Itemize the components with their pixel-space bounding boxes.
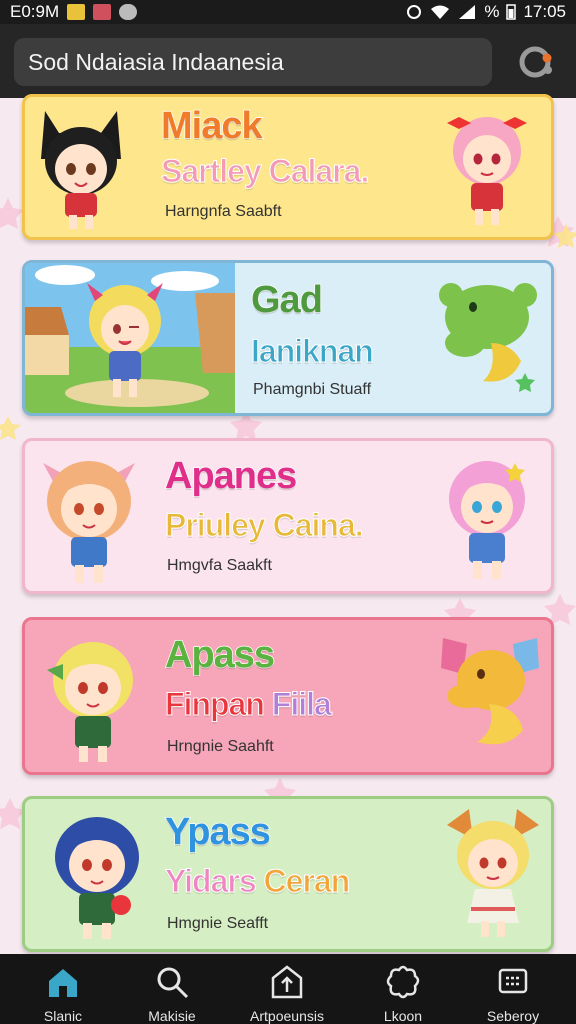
- card-subtitle-part: Finpan: [165, 686, 266, 723]
- character-illustration: [43, 461, 135, 583]
- sync-icon: [407, 5, 422, 19]
- character-illustration: [41, 111, 121, 229]
- upload-icon: [271, 965, 303, 999]
- app-header: Sod Ndaiasia Indaanesia: [0, 24, 576, 98]
- nav-item-upload[interactable]: Artpoeunsis: [232, 954, 342, 1024]
- card-subtitle: Yidars Ceran: [165, 863, 351, 900]
- message-icon: [93, 4, 112, 20]
- nav-item-settings[interactable]: Seberoy: [458, 954, 568, 1024]
- card-subtitle-part: Yidars: [165, 863, 258, 900]
- search-icon: [157, 967, 189, 999]
- card-subtitle: Sartley Calara.: [160, 153, 369, 190]
- bottom-navigation: Slanic Makisie Artpoeunsis Lkoon Seberoy: [0, 954, 576, 1024]
- card-subtitle-part: Ceran: [263, 863, 351, 900]
- card-caption: Hmgvfa Saakft: [167, 557, 272, 574]
- card-caption: Phamgnbi Stuaff: [253, 381, 372, 398]
- search-icon[interactable]: [514, 42, 558, 82]
- dragon-illustration: [439, 283, 537, 392]
- notification-icon: [67, 4, 86, 20]
- card-subtitle-part: Fiila: [271, 686, 332, 723]
- home-icon: [49, 969, 77, 997]
- character-illustration: [447, 117, 527, 225]
- nav-label: Seberoy: [486, 1008, 540, 1024]
- card-title: Ypass: [164, 810, 271, 854]
- dragon-illustration: [441, 638, 539, 745]
- card-title: Apass: [164, 633, 276, 677]
- nav-label: Slanic: [43, 1008, 83, 1024]
- card-subtitle: Finpan Fiila: [165, 686, 333, 723]
- nav-label: Artpoeunsis: [250, 1008, 324, 1024]
- character-card-ypass[interactable]: Ypass Yidars Ceran Hmgnie Seafft: [22, 796, 554, 952]
- status-left-text: E0:9M: [10, 2, 60, 21]
- card-title: Gad: [250, 278, 323, 322]
- battery-icon: [506, 4, 517, 20]
- card-title: Apanes: [164, 454, 298, 498]
- nav-item-home[interactable]: Slanic: [8, 954, 118, 1024]
- card-caption: Hrngnie Saahft: [167, 738, 274, 755]
- card-caption: Harngnfa Saabft: [165, 203, 282, 220]
- nav-label: Makisie: [148, 1008, 196, 1024]
- battery-percent: %: [484, 2, 500, 21]
- clock: 17:05: [523, 2, 566, 21]
- search-input[interactable]: Sod Ndaiasia Indaanesia: [14, 38, 492, 86]
- character-card-miack[interactable]: Miack Sartley Calara. Harngnfa Saabft: [22, 94, 554, 240]
- scene-illustration: [25, 263, 235, 413]
- status-bar: E0:9M % 17:05: [0, 0, 576, 24]
- card-title: Miack: [160, 104, 263, 148]
- character-card-apass[interactable]: Apass Finpan Fiila Hrngnie Saahft: [22, 617, 554, 775]
- character-card-apanes[interactable]: Apanes Priuley Caina. Hmgvfa Saakft: [22, 438, 554, 594]
- character-illustration: [449, 461, 525, 579]
- character-illustration: [447, 809, 539, 937]
- signal-icon: [459, 5, 476, 19]
- app-icon: [119, 4, 138, 20]
- character-illustration: [55, 817, 139, 939]
- nav-label: Lkoon: [383, 1008, 423, 1024]
- nav-item-puzzle[interactable]: Lkoon: [348, 954, 458, 1024]
- wifi-icon: [431, 5, 450, 19]
- puzzle-icon: [386, 965, 420, 999]
- character-card-gad[interactable]: Gad Ianiknan Phamgnbi Stuaff: [22, 260, 554, 416]
- grid-icon: [498, 968, 528, 994]
- nav-item-search[interactable]: Makisie: [117, 954, 227, 1024]
- card-subtitle: Ianiknan: [251, 333, 375, 370]
- card-subtitle: Priuley Caina.: [165, 507, 365, 544]
- character-illustration: [47, 642, 133, 762]
- card-caption: Hmgnie Seafft: [167, 915, 269, 932]
